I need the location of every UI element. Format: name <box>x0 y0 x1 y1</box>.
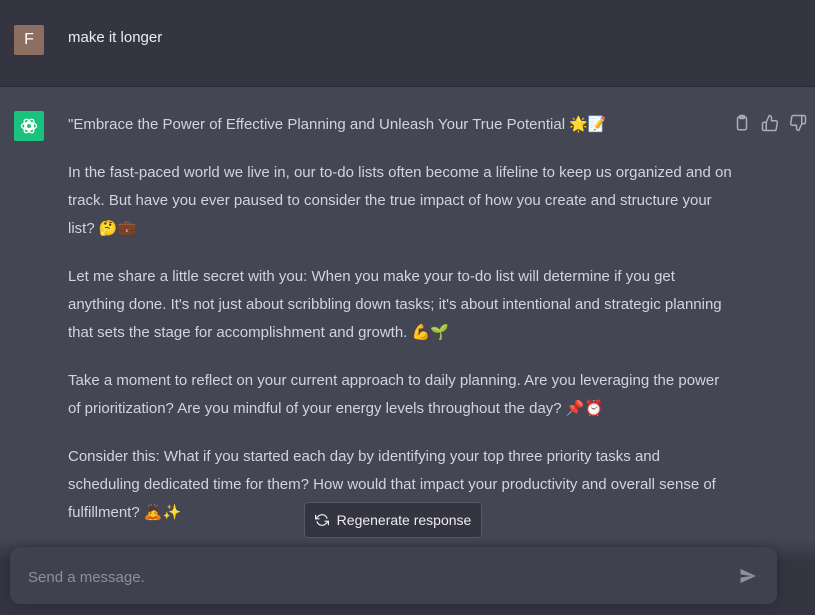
refresh-icon <box>314 514 329 526</box>
message-input[interactable] <box>26 565 720 589</box>
openai-logo-icon <box>20 118 38 134</box>
copy-clipboard-icon[interactable] <box>733 114 751 132</box>
regenerate-response-button[interactable]: Regenerate response <box>304 502 482 538</box>
regenerate-label: Regenerate response <box>336 512 472 528</box>
message-paragraph: Let me share a little secret with you: W… <box>68 268 722 341</box>
assistant-avatar <box>14 111 44 141</box>
assistant-message-text: "Embrace the Power of Effective Planning… <box>68 111 733 547</box>
user-message-text: make it longer <box>68 29 163 46</box>
message-paragraph: Take a moment to reflect on your current… <box>68 372 720 417</box>
message-composer <box>10 547 777 604</box>
message-actions <box>733 114 807 132</box>
message-paragraph: "Embrace the Power of Effective Planning… <box>68 116 607 133</box>
message-paragraph: In the fast-paced world we live in, our … <box>68 164 732 237</box>
thumbs-down-icon[interactable] <box>789 114 807 132</box>
thumbs-up-icon[interactable] <box>761 114 779 132</box>
send-icon[interactable] <box>738 566 758 586</box>
user-message-row: F make it longer <box>0 0 815 87</box>
user-avatar: F <box>14 25 44 55</box>
